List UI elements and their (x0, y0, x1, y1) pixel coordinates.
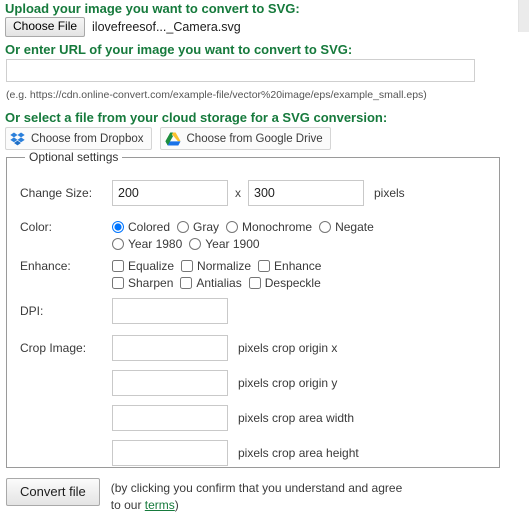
color-radio-year-1980[interactable] (112, 238, 124, 250)
dropbox-icon (10, 132, 25, 146)
dpi-label: DPI: (20, 304, 44, 318)
change-size-label: Change Size: (20, 186, 93, 200)
enhance-checkbox-equalize[interactable] (112, 260, 124, 272)
enhance-row: Enhance: Equalize Normalize Enhance Shar… (20, 259, 328, 290)
color-options-line-2: Year 1980 Year 1900 (112, 237, 381, 251)
crop-origin-x-unit-label: pixels crop origin x (238, 341, 338, 355)
enhance-option-enhance-label: Enhance (274, 259, 322, 273)
crop-area-width-line: pixels crop area width (112, 405, 359, 431)
dpi-row: DPI: (20, 298, 228, 324)
enhance-checkbox-antialias[interactable] (180, 277, 193, 289)
color-option-monochrome-label: Monochrome (242, 220, 313, 234)
crop-area-height-input[interactable] (112, 440, 228, 466)
color-option-year-1980[interactable]: Year 1980 (112, 237, 182, 251)
form-footer: Convert file (by clicking you confirm th… (6, 478, 411, 514)
enhance-options-line-1: Equalize Normalize Enhance (112, 259, 328, 273)
enhance-checkbox-normalize[interactable] (181, 260, 194, 272)
terms-link[interactable]: terms (145, 498, 175, 512)
crop-origin-x-line: pixels crop origin x (112, 335, 359, 361)
enhance-checkbox-sharpen[interactable] (112, 277, 124, 289)
optional-settings-legend: Optional settings (25, 150, 123, 164)
choose-file-button[interactable]: Choose File (5, 17, 86, 37)
enhance-option-sharpen-label: Sharpen (128, 276, 174, 290)
dpi-input[interactable] (112, 298, 228, 324)
crop-area-width-input[interactable] (112, 405, 228, 431)
enhance-checkbox-despeckle[interactable] (248, 277, 261, 289)
change-size-height-input[interactable] (248, 180, 364, 206)
page-scrollbar-thumb[interactable] (518, 0, 529, 32)
color-option-gray[interactable]: Gray (177, 220, 219, 234)
enhance-checkbox-enhance[interactable] (258, 260, 271, 272)
crop-image-label: Crop Image: (20, 341, 87, 355)
crop-origin-y-line: pixels crop origin y (112, 370, 359, 396)
enhance-options-line-2: Sharpen Antialias Despeckle (112, 276, 328, 290)
selected-file-name: ilovefreesof..._Camera.svg (92, 20, 241, 34)
page-scrollbar-track[interactable] (516, 0, 530, 513)
color-label: Color: (20, 220, 53, 234)
choose-from-dropbox-button[interactable]: Choose from Dropbox (5, 127, 152, 150)
terms-notice: (by clicking you confirm that you unders… (111, 478, 411, 514)
crop-area-height-line: pixels crop area height (112, 440, 359, 466)
color-option-year-1900[interactable]: Year 1900 (189, 237, 260, 251)
color-option-colored-label: Colored (128, 220, 171, 234)
color-radio-colored[interactable] (112, 221, 124, 233)
url-input[interactable] (6, 59, 475, 82)
crop-fields-stack: pixels crop origin x pixels crop origin … (112, 335, 359, 466)
enhance-option-equalize-label: Equalize (128, 259, 175, 273)
optional-settings-fieldset: Optional settings Change Size: x pixels … (6, 150, 500, 468)
color-option-negate[interactable]: Negate (319, 220, 374, 234)
enhance-option-equalize[interactable]: Equalize (112, 259, 174, 273)
crop-origin-y-unit-label: pixels crop origin y (238, 376, 338, 390)
change-size-width-input[interactable] (112, 180, 228, 206)
upload-heading: Upload your image you want to convert to… (5, 1, 300, 16)
color-radio-year-1900[interactable] (189, 238, 202, 250)
google-drive-button-label: Choose from Google Drive (186, 132, 323, 145)
color-option-monochrome[interactable]: Monochrome (226, 220, 312, 234)
color-radio-monochrome[interactable] (226, 221, 239, 233)
enhance-option-sharpen[interactable]: Sharpen (112, 276, 173, 290)
dropbox-button-label: Choose from Dropbox (31, 132, 144, 145)
crop-origin-y-input[interactable] (112, 370, 228, 396)
color-options-line-1: Colored Gray Monochrome Negate (112, 220, 381, 234)
enhance-option-antialias-label: Antialias (196, 276, 242, 290)
url-heading: Or enter URL of your image you want to c… (5, 42, 353, 57)
google-drive-icon (164, 131, 181, 146)
color-radio-gray[interactable] (177, 221, 190, 233)
enhance-option-antialias[interactable]: Antialias (180, 276, 242, 290)
color-option-year-1980-label: Year 1980 (128, 237, 183, 251)
color-option-colored[interactable]: Colored (112, 220, 170, 234)
crop-image-row: Crop Image: pixels crop origin x pixels … (20, 335, 359, 466)
choose-from-google-drive-button[interactable]: Choose from Google Drive (159, 127, 331, 150)
enhance-option-despeckle-label: Despeckle (264, 276, 321, 290)
change-size-row: Change Size: x pixels (20, 180, 405, 206)
cloud-storage-buttons: Choose from Dropbox Choose from Google D… (5, 127, 331, 150)
enhance-option-normalize[interactable]: Normalize (181, 259, 251, 273)
file-upload-row: Choose File ilovefreesof..._Camera.svg (5, 17, 241, 37)
terms-notice-suffix: ) (174, 498, 179, 512)
enhance-label: Enhance: (20, 259, 71, 273)
url-example-hint: (e.g. https://cdn.online-convert.com/exa… (6, 89, 427, 101)
enhance-option-enhance[interactable]: Enhance (258, 259, 321, 273)
change-size-separator: x (235, 186, 241, 200)
crop-area-width-unit-label: pixels crop area width (238, 411, 355, 425)
color-option-gray-label: Gray (193, 220, 220, 234)
cloud-storage-heading: Or select a file from your cloud storage… (5, 110, 388, 125)
color-row: Color: Colored Gray Monochrome Negate Ye… (20, 220, 381, 251)
enhance-option-normalize-label: Normalize (197, 259, 252, 273)
color-radio-negate[interactable] (319, 221, 332, 233)
converter-form-page: Upload your image you want to convert to… (0, 0, 530, 513)
change-size-unit-label: pixels (374, 186, 405, 200)
enhance-option-despeckle[interactable]: Despeckle (248, 276, 321, 290)
crop-origin-x-input[interactable] (112, 335, 228, 361)
color-option-negate-label: Negate (335, 220, 374, 234)
color-option-year-1900-label: Year 1900 (205, 237, 260, 251)
enhance-options: Equalize Normalize Enhance Sharpen Antia… (112, 259, 328, 290)
convert-file-button[interactable]: Convert file (6, 478, 100, 506)
crop-area-height-unit-label: pixels crop area height (238, 446, 359, 460)
color-options: Colored Gray Monochrome Negate Year 1980… (112, 220, 381, 251)
